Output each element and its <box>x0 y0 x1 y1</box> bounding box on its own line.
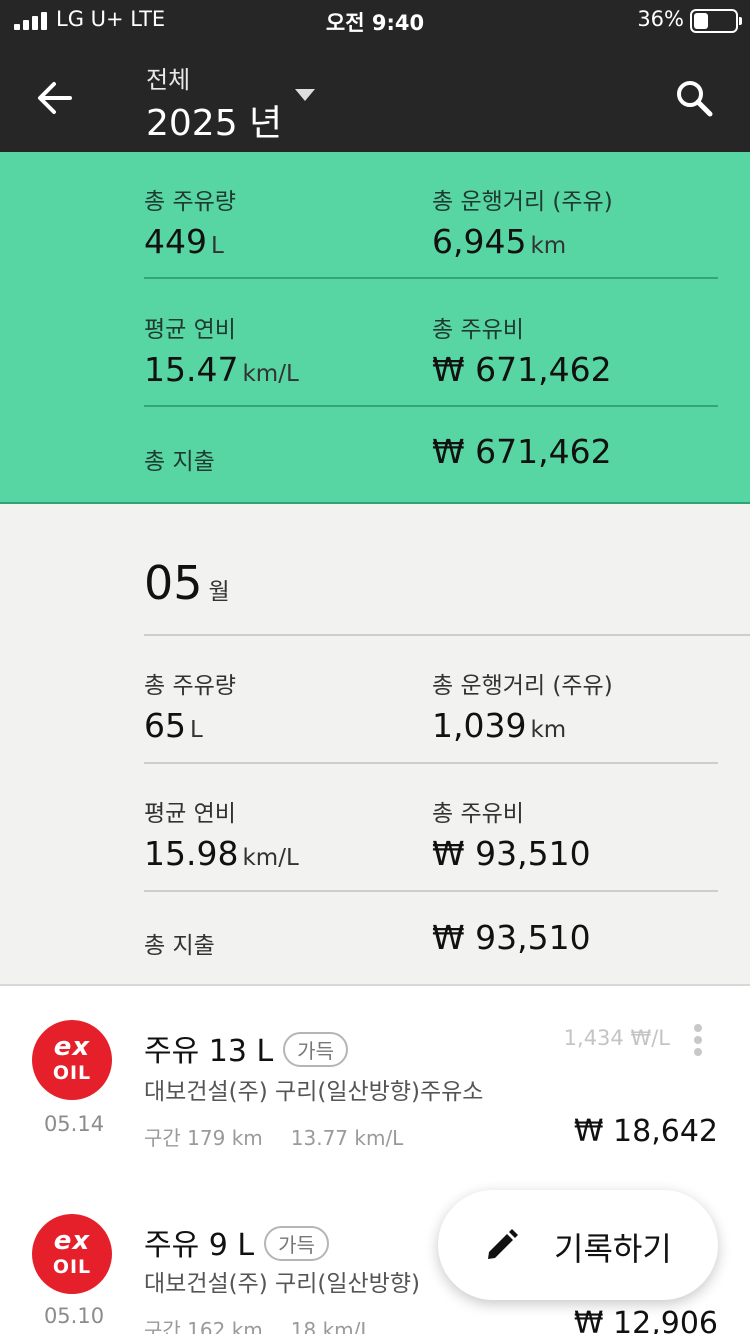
pencil-icon <box>488 1229 518 1259</box>
filter-label[interactable]: 전체 <box>146 60 190 95</box>
search-button[interactable] <box>668 72 720 124</box>
stat-value: 15.47 km/L <box>144 350 299 389</box>
record-date: 05.14 <box>43 1112 105 1136</box>
year-summary-panel: 총 주유량 449 L 총 운행거리 (주유) 6,945 km 평균 연비 15.… <box>0 152 750 504</box>
year-selector[interactable]: 2025 년 <box>146 94 282 146</box>
stat-label: 총 주유량 <box>144 673 236 699</box>
stat-label: 총 운행거리 (주유) <box>432 189 613 215</box>
list-item[interactable]: ex OIL 05.14 주유 13 L 가득 1,434 ₩/L 대보건설(주)… <box>0 988 750 1184</box>
record-title: 주유 9 L 가득 <box>144 1220 329 1264</box>
divider <box>144 277 718 279</box>
stat-value: 449 L <box>144 222 224 261</box>
stat-label: 총 주유비 <box>432 801 524 827</box>
divider <box>144 634 750 636</box>
battery-icon <box>690 9 742 33</box>
full-tank-badge: 가득 <box>264 1226 329 1261</box>
stat-label: 총 운행거리 (주유) <box>432 673 613 699</box>
year-distance-stat: 총 운행거리 (주유) 6,945 km <box>432 182 613 261</box>
month-fuel-stat: 총 주유량 65 L <box>144 666 236 745</box>
stat-label: 총 주유비 <box>432 317 524 343</box>
year-cost-stat: 총 주유비 ₩ 671,462 <box>432 310 612 389</box>
add-record-label: 기록하기 <box>554 1230 672 1268</box>
month-efficiency-stat: 평균 연비 15.98 km/L <box>144 794 299 873</box>
year-total-value: ₩ 671,462 <box>432 432 612 471</box>
caret-down-icon[interactable] <box>294 88 316 102</box>
record-amount: ₩ 18,642 <box>573 1114 718 1149</box>
arrow-left-icon <box>38 82 72 114</box>
divider <box>144 890 718 892</box>
year-total-label: 총 지출 <box>144 449 215 475</box>
unit-price: 1,434 ₩/L <box>563 1026 670 1050</box>
ex-oil-logo-icon: ex OIL <box>32 1020 112 1100</box>
stat-label: 평균 연비 <box>144 801 236 827</box>
divider <box>144 762 718 764</box>
add-record-button[interactable]: 기록하기 <box>438 1190 718 1300</box>
year-efficiency-stat: 평균 연비 15.47 km/L <box>144 310 299 389</box>
divider <box>144 405 718 407</box>
stat-value: 65 L <box>144 706 203 745</box>
month-distance-stat: 총 운행거리 (주유) 1,039 km <box>432 666 613 745</box>
stat-value: 15.98 km/L <box>144 834 299 873</box>
record-amount: ₩ 12,906 <box>573 1306 718 1334</box>
full-tank-badge: 가득 <box>283 1032 348 1067</box>
year-fuel-stat: 총 주유량 449 L <box>144 182 236 261</box>
stat-label: 총 주유량 <box>144 189 236 215</box>
station-name: 대보건설(주) 구리(일산방향) <box>144 1271 420 1297</box>
stat-value: 6,945 km <box>432 222 567 261</box>
ex-oil-logo-icon: ex OIL <box>32 1214 112 1294</box>
record-title: 주유 13 L 가득 <box>144 1026 348 1070</box>
status-bar: LG U+ LTE 오전 9:40 36% <box>0 0 750 42</box>
month-heading: 05 월 <box>144 556 230 610</box>
station-name: 대보건설(주) 구리(일산방향)주유소 <box>144 1079 484 1105</box>
month-total-value: ₩ 93,510 <box>432 918 591 957</box>
month-summary-panel: 05 월 총 주유량 65 L 총 운행거리 (주유) 1,039 km 평균 연비 … <box>0 504 750 986</box>
record-date: 05.10 <box>43 1304 105 1328</box>
battery-percent: 36% <box>637 7 684 31</box>
record-stats: 구간 162 km 18 km/L <box>144 1318 372 1334</box>
month-total-label: 총 지출 <box>144 933 215 959</box>
record-stats: 구간 179 km 13.77 km/L <box>144 1126 404 1150</box>
stat-label: 평균 연비 <box>144 317 236 343</box>
stat-value: 1,039 km <box>432 706 567 745</box>
stat-value: ₩ 93,510 <box>432 834 591 873</box>
kebab-icon[interactable] <box>690 1024 706 1058</box>
month-cost-stat: 총 주유비 ₩ 93,510 <box>432 794 591 873</box>
app-header: LG U+ LTE 오전 9:40 36% 전체 2025 년 <box>0 0 750 152</box>
search-icon <box>677 81 713 117</box>
back-button[interactable] <box>30 72 82 124</box>
stat-value: ₩ 671,462 <box>432 350 612 389</box>
